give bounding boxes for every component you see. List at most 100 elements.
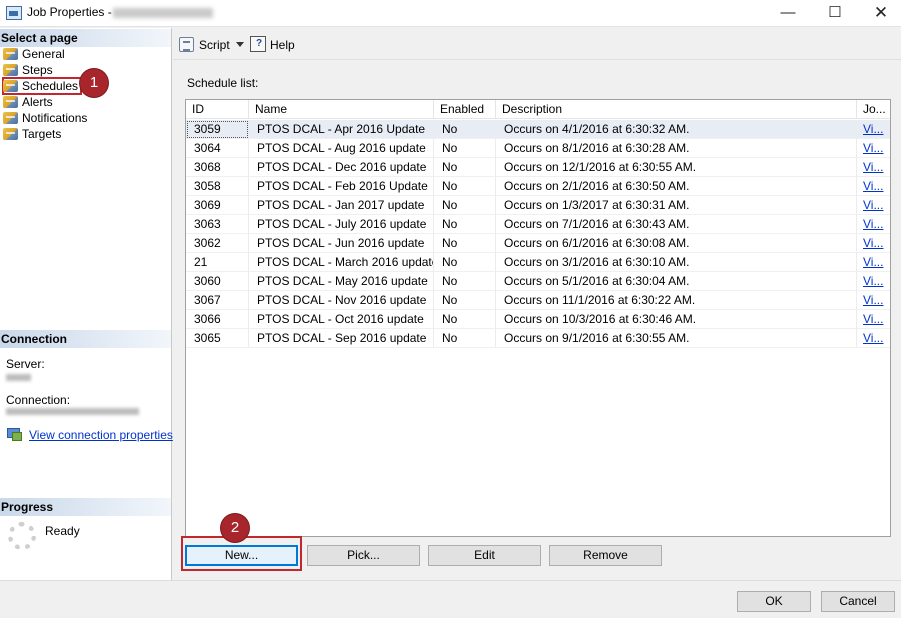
cell-enabled: No (434, 310, 496, 329)
cell-id: 21 (186, 253, 249, 272)
progress-status: Ready (45, 524, 80, 538)
annotation-badge-1: 1 (80, 69, 108, 97)
minimize-button[interactable]: — (765, 0, 811, 27)
page-item-notifications[interactable]: Notifications (3, 110, 87, 126)
cell-id: 3060 (186, 272, 249, 291)
cell-jobs-link[interactable]: Vi... (857, 196, 890, 215)
new-schedule-button[interactable]: New... (185, 545, 298, 566)
redacted-job-name (113, 8, 213, 18)
table-row[interactable]: 3058 PTOS DCAL - Feb 2016 Update No Occurs … (186, 177, 890, 196)
table-row[interactable]: 3069 PTOS DCAL - Jan 2017 update No Occurs … (186, 196, 890, 215)
table-row[interactable]: 3065 PTOS DCAL - Sep 2016 update No Occurs … (186, 329, 890, 348)
table-row[interactable]: 3066 PTOS DCAL - Oct 2016 update No Occurs … (186, 310, 890, 329)
app-icon (6, 6, 22, 20)
cell-enabled: No (434, 253, 496, 272)
table-row[interactable]: 3063 PTOS DCAL - July 2016 update No Occurs… (186, 215, 890, 234)
cell-enabled: No (434, 234, 496, 253)
cell-id: 3065 (186, 329, 249, 348)
help-icon[interactable] (250, 36, 266, 52)
cell-name: PTOS DCAL - Apr 2016 Update (249, 120, 434, 139)
cancel-button[interactable]: Cancel (821, 591, 895, 612)
cell-jobs-link[interactable]: Vi... (857, 272, 890, 291)
cell-description: Occurs on 4/1/2016 at 6:30:32 AM. (496, 120, 857, 139)
progress-spinner-icon (8, 522, 36, 550)
view-connection-properties-link[interactable]: View connection properties (29, 428, 173, 442)
connection-label: Connection: (6, 393, 71, 407)
cell-enabled: No (434, 272, 496, 291)
cell-enabled: No (434, 120, 496, 139)
annotation-badge-2: 2 (221, 514, 249, 542)
cell-enabled: No (434, 196, 496, 215)
schedule-grid[interactable]: ID Name Enabled Description Jo... 3059 PT… (185, 99, 891, 537)
cell-description: Occurs on 2/1/2016 at 6:30:50 AM. (496, 177, 857, 196)
cell-jobs-link[interactable]: Vi... (857, 120, 890, 139)
table-row[interactable]: 21 PTOS DCAL - March 2016 update No Occurs … (186, 253, 890, 272)
column-header-name[interactable]: Name (249, 100, 434, 119)
chevron-down-icon[interactable] (236, 42, 244, 47)
page-item-targets[interactable]: Targets (3, 126, 61, 142)
page-icon (3, 128, 18, 140)
cell-id: 3067 (186, 291, 249, 310)
page-item-label: Alerts (22, 95, 53, 109)
cell-jobs-link[interactable]: Vi... (857, 234, 890, 253)
cell-description: Occurs on 10/3/2016 at 6:30:46 AM. (496, 310, 857, 329)
cell-name: PTOS DCAL - Jun 2016 update (249, 234, 434, 253)
cell-name: PTOS DCAL - Oct 2016 update (249, 310, 434, 329)
cell-id: 3063 (186, 215, 249, 234)
page-icon (3, 96, 18, 108)
cell-jobs-link[interactable]: Vi... (857, 291, 890, 310)
help-button[interactable]: Help (270, 36, 295, 54)
page-item-general[interactable]: General (3, 46, 65, 62)
cell-enabled: No (434, 158, 496, 177)
server-label: Server: (6, 357, 45, 371)
script-icon[interactable] (179, 37, 194, 52)
table-row[interactable]: 3068 PTOS DCAL - Dec 2016 update No Occurs … (186, 158, 890, 177)
cell-jobs-link[interactable]: Vi... (857, 253, 890, 272)
cell-description: Occurs on 7/1/2016 at 6:30:43 AM. (496, 215, 857, 234)
table-row[interactable]: 3060 PTOS DCAL - May 2016 update No Occurs … (186, 272, 890, 291)
redacted-connection (6, 408, 139, 415)
page-item-steps[interactable]: Steps (3, 62, 53, 78)
maximize-button[interactable]: ☐ (812, 0, 858, 27)
page-icon (3, 80, 18, 92)
cell-jobs-link[interactable]: Vi... (857, 329, 890, 348)
page-item-alerts[interactable]: Alerts (3, 94, 53, 110)
pick-schedule-button[interactable]: Pick... (307, 545, 420, 566)
table-row[interactable]: 3064 PTOS DCAL - Aug 2016 update No Occurs … (186, 139, 890, 158)
redacted-server (6, 374, 31, 381)
table-row[interactable]: 3062 PTOS DCAL - Jun 2016 update No Occurs … (186, 234, 890, 253)
dialog-footer: OK Cancel (0, 580, 901, 618)
cell-description: Occurs on 8/1/2016 at 6:30:28 AM. (496, 139, 857, 158)
cell-jobs-link[interactable]: Vi... (857, 177, 890, 196)
column-header-jobs[interactable]: Jo... (857, 100, 890, 119)
table-row[interactable]: 3059 PTOS DCAL - Apr 2016 Update No Occurs … (186, 120, 890, 139)
cell-description: Occurs on 6/1/2016 at 6:30:08 AM. (496, 234, 857, 253)
page-item-label: Schedules (22, 79, 79, 93)
cell-name: PTOS DCAL - March 2016 update (249, 253, 434, 272)
right-pane: Script Help Schedule list: ID Name Enabl… (173, 28, 901, 580)
remove-schedule-button[interactable]: Remove (549, 545, 662, 566)
connection-properties-icon[interactable] (7, 428, 23, 442)
page-icon (3, 64, 18, 76)
close-button[interactable]: ✕ (858, 0, 901, 27)
cell-id: 3064 (186, 139, 249, 158)
cell-id: 3059 (186, 120, 249, 139)
select-page-header: Select a page (0, 29, 171, 47)
column-header-id[interactable]: ID (186, 100, 249, 119)
cell-jobs-link[interactable]: Vi... (857, 158, 890, 177)
page-item-label: Targets (22, 127, 62, 141)
cell-jobs-link[interactable]: Vi... (857, 310, 890, 329)
window-title: Job Properties - (27, 5, 112, 19)
page-item-schedules[interactable]: Schedules (1, 77, 83, 95)
edit-schedule-button[interactable]: Edit (428, 545, 541, 566)
page-icon (3, 48, 18, 60)
table-row[interactable]: 3067 PTOS DCAL - Nov 2016 update No Occurs … (186, 291, 890, 310)
ok-button[interactable]: OK (737, 591, 811, 612)
page-item-label: Notifications (22, 111, 88, 125)
cell-jobs-link[interactable]: Vi... (857, 215, 890, 234)
script-button[interactable]: Script (199, 36, 230, 54)
cell-description: Occurs on 11/1/2016 at 6:30:22 AM. (496, 291, 857, 310)
column-header-description[interactable]: Description (496, 100, 857, 119)
column-header-enabled[interactable]: Enabled (434, 100, 496, 119)
cell-jobs-link[interactable]: Vi... (857, 139, 890, 158)
